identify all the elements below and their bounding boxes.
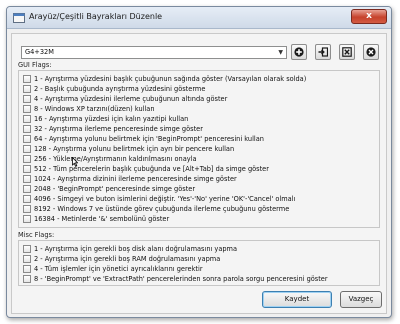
flag-label: 4 - Tüm işlemler için yönetici ayrıcalık… (34, 265, 203, 273)
flag-label: 2048 - 'BeginPrompt' penceresinde simge … (34, 185, 196, 193)
clear-button[interactable] (339, 44, 355, 60)
chevron-down-icon: ▼ (278, 49, 283, 56)
checkbox[interactable] (23, 215, 31, 223)
gui-flags-group: 1 - Ayrıştırma yüzdesini başlık çubuğunu… (18, 70, 380, 228)
combo-value: G4+32M (25, 48, 54, 56)
checkbox[interactable] (23, 105, 31, 113)
clear-icon (342, 47, 352, 57)
window-title: Arayüz/Çeşitli Bayrakları Düzenle (29, 12, 163, 21)
import-icon (318, 47, 328, 57)
dialog-window: Arayüz/Çeşitli Bayrakları Düzenle x G4+3… (6, 6, 392, 318)
flag-label: 1 - Ayrıştırma için gerekli boş disk ala… (34, 245, 238, 253)
delete-button[interactable] (363, 44, 379, 60)
checkbox[interactable] (23, 175, 31, 183)
flag-label: 16384 - Metinlerde '&' sembolünü göster (34, 215, 170, 223)
flag-label: 4096 - Simgeyi ve buton isimlerini değiş… (34, 195, 296, 203)
checkbox[interactable] (23, 85, 31, 93)
checkbox[interactable] (23, 145, 31, 153)
delete-icon (366, 47, 376, 57)
add-icon (294, 47, 304, 57)
preset-combobox[interactable]: G4+32M ▼ (21, 46, 287, 59)
flag-label: 4 - Ayrıştırma yüzdesini ilerleme çubuğu… (34, 95, 228, 103)
gui-flags-label: GUI Flags: (18, 61, 52, 69)
flag-label: 16 - Ayrıştırma yüzdesi için kalın yazıt… (34, 115, 189, 123)
app-icon (13, 13, 25, 23)
misc-flags-group: 1 - Ayrıştırma için gerekli boş disk ala… (18, 240, 380, 286)
checkbox[interactable] (23, 245, 31, 253)
checkbox[interactable] (23, 75, 31, 83)
flag-label: 8 - 'BeginPrompt' ve 'ExtractPath' pence… (34, 275, 328, 283)
checkbox[interactable] (23, 135, 31, 143)
flag-label: 256 - Yükleme/Ayrıştırmanın kaldırılması… (34, 155, 197, 163)
checkbox[interactable] (23, 95, 31, 103)
flag-label: 2 - Başlık çubuğunda ayrıştırma yüzdesin… (34, 85, 206, 93)
cursor-icon (72, 157, 78, 167)
checkbox[interactable] (23, 155, 31, 163)
cancel-button[interactable]: Vazgeç (340, 291, 382, 308)
add-button[interactable] (291, 44, 307, 60)
checkbox[interactable] (23, 185, 31, 193)
flag-label: 64 - Ayrıştırma yolunu belirtmek için 'B… (34, 135, 264, 143)
save-button[interactable]: Kaydet (262, 291, 332, 308)
flag-label: 512 - Tüm pencerelerin başlık çubuğunda … (34, 165, 269, 173)
checkbox[interactable] (23, 205, 31, 213)
checkbox[interactable] (23, 275, 31, 283)
dialog-body: G4+32M ▼ GUI Flags: 1 - Ayrıştırma yüzde… (11, 33, 387, 314)
flag-label: 8 - Windows XP tarzını(düzen) kullan (34, 105, 155, 113)
flag-label: 32 - Ayrıştırma ilerleme penceresinde si… (34, 125, 203, 133)
checkbox[interactable] (23, 165, 31, 173)
flag-label: 1024 - Ayrıştırma dizinini ilerleme penc… (34, 175, 237, 183)
checkbox[interactable] (23, 125, 31, 133)
import-button[interactable] (315, 44, 331, 60)
misc-flags-label: Misc Flags: (18, 231, 55, 239)
flag-label: 2 - Ayrıştırma için gerekli boş RAM doğr… (34, 255, 221, 263)
flag-label: 1 - Ayrıştırma yüzdesini başlık çubuğunu… (34, 75, 307, 83)
close-button[interactable]: x (351, 9, 387, 24)
flag-label: 8192 - Windows 7 ve üstünde görev çubuğu… (34, 205, 290, 213)
title-bar[interactable]: Arayüz/Çeşitli Bayrakları Düzenle x (7, 7, 391, 29)
checkbox[interactable] (23, 265, 31, 273)
flag-label: 128 - Ayrıştırma yolunu belirtmek için a… (34, 145, 235, 153)
checkbox[interactable] (23, 255, 31, 263)
checkbox[interactable] (23, 115, 31, 123)
checkbox[interactable] (23, 195, 31, 203)
